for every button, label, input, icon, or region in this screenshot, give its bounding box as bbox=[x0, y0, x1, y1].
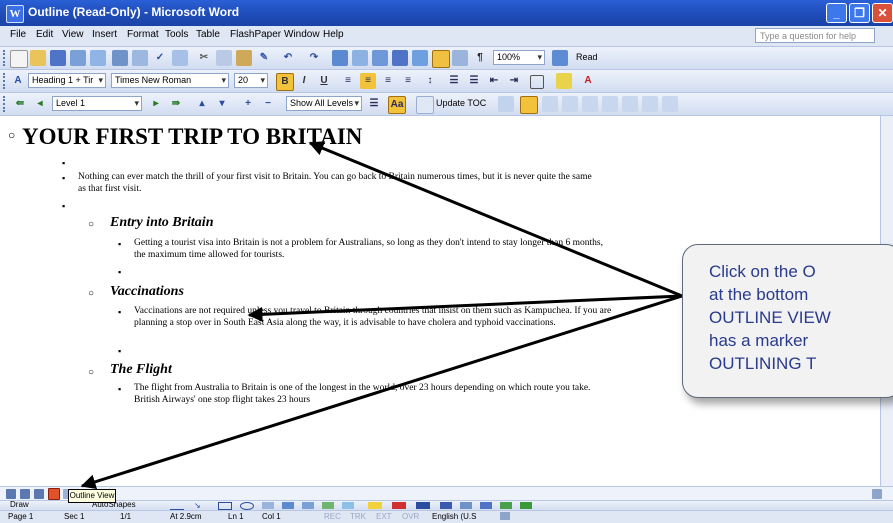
callout-text: Click on the O at the bottom OUTLINE VIE… bbox=[709, 262, 831, 373]
arrow-to-document bbox=[247, 294, 683, 322]
arrow-to-outlining-toolbar bbox=[308, 141, 683, 298]
instruction-callout: Click on the O at the bottom OUTLINE VIE… bbox=[682, 244, 893, 398]
arrow-to-outline-view-button bbox=[80, 294, 683, 490]
outline-view-tooltip: Outline View bbox=[68, 489, 116, 503]
